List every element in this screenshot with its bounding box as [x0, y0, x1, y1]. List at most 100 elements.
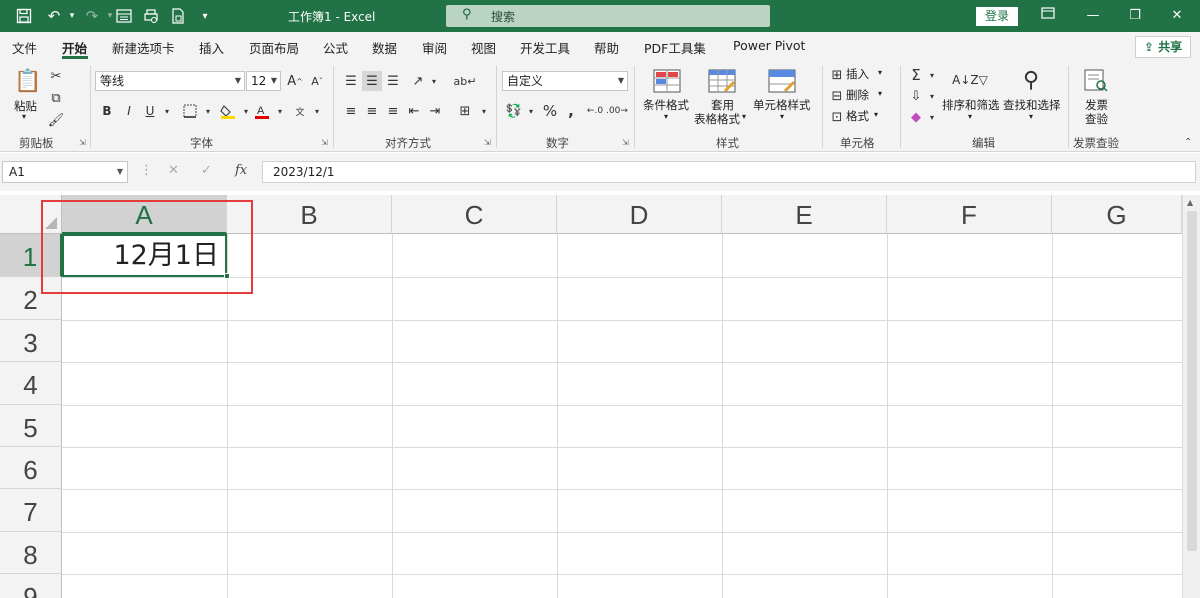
more-options-icon[interactable]: ⋮: [140, 163, 153, 178]
decrease-font-icon[interactable]: Aˇ: [307, 71, 327, 91]
tab-developer[interactable]: 开发工具: [520, 38, 570, 57]
align-top-icon[interactable]: ☰: [341, 71, 361, 91]
delete-cells-icon[interactable]: ⊟: [829, 86, 845, 106]
tab-formulas[interactable]: 公式: [323, 38, 348, 57]
format-painter-icon[interactable]: 🖌: [46, 110, 66, 130]
sort-filter-dropdown-icon[interactable]: ▾: [968, 112, 972, 121]
autosum-dropdown-icon[interactable]: ▾: [922, 65, 942, 85]
tab-home[interactable]: 开始: [62, 38, 87, 57]
formula-input[interactable]: 2023/12/1: [262, 161, 1196, 183]
format-cells-button[interactable]: 格式: [846, 108, 869, 124]
format-as-table-dropdown-icon[interactable]: ▾: [742, 112, 746, 121]
merge-dropdown-icon[interactable]: ▾: [474, 101, 494, 121]
row-header-5[interactable]: 5: [0, 405, 62, 447]
row-header-8[interactable]: 8: [0, 532, 62, 574]
comma-style-icon[interactable]: ,: [561, 101, 581, 121]
orientation-dropdown-icon[interactable]: ▾: [424, 71, 444, 91]
insert-cells-button[interactable]: 插入: [846, 66, 869, 82]
row-header-4[interactable]: 4: [0, 362, 62, 405]
column-header-f[interactable]: F: [887, 195, 1052, 234]
wrap-text-icon[interactable]: ab↵: [454, 71, 477, 91]
tab-power-pivot[interactable]: Power Pivot: [733, 38, 805, 53]
conditional-formatting-icon[interactable]: [652, 67, 682, 95]
underline-dropdown-icon[interactable]: ▾: [157, 101, 177, 121]
increase-font-icon[interactable]: A ^: [285, 71, 305, 91]
ribbon-display-options-icon[interactable]: [1037, 6, 1059, 26]
scroll-thumb[interactable]: [1187, 211, 1197, 551]
font-color-dropdown-icon[interactable]: ▾: [270, 101, 290, 121]
insert-function-icon[interactable]: fx: [235, 163, 247, 178]
print-preview-icon[interactable]: [141, 6, 161, 26]
phonetic-dropdown-icon[interactable]: ▾: [307, 101, 327, 121]
vertical-scrollbar[interactable]: ▲: [1182, 195, 1200, 598]
border-icon[interactable]: [180, 101, 200, 121]
fill-dropdown-icon[interactable]: ▾: [922, 86, 942, 106]
align-middle-icon[interactable]: ☰: [362, 71, 382, 91]
copy-icon[interactable]: ⧉: [46, 88, 66, 108]
find-select-button[interactable]: 查找和选择: [1003, 97, 1061, 113]
number-format-select[interactable]: 自定义 ▼: [502, 71, 628, 91]
format-as-table-icon[interactable]: [707, 67, 737, 95]
paste-dropdown-icon[interactable]: ▾: [22, 112, 26, 121]
sort-filter-icon[interactable]: A↓Z▽: [952, 66, 988, 94]
border-dropdown-icon[interactable]: ▾: [198, 101, 218, 121]
name-box[interactable]: A1 ▼: [2, 161, 128, 183]
invoice-check-line2[interactable]: 查验: [1085, 111, 1108, 127]
row-header-3[interactable]: 3: [0, 320, 62, 362]
login-button[interactable]: 登录: [976, 7, 1018, 26]
tab-page-layout[interactable]: 页面布局: [249, 38, 299, 57]
bold-icon[interactable]: B: [97, 101, 117, 121]
decrease-indent-icon[interactable]: ⇤: [404, 101, 424, 121]
cell-styles-button[interactable]: 单元格样式: [753, 97, 811, 113]
format-cells-icon[interactable]: ⊡: [829, 107, 845, 127]
conditional-formatting-dropdown-icon[interactable]: ▾: [664, 112, 668, 121]
number-launcher-icon[interactable]: ⇲: [622, 138, 629, 147]
sort-filter-button[interactable]: 排序和筛选: [942, 97, 1000, 113]
align-bottom-icon[interactable]: ☰: [383, 71, 403, 91]
collapse-ribbon-icon[interactable]: ⌃: [1184, 137, 1192, 148]
percent-icon[interactable]: %: [540, 101, 560, 121]
font-launcher-icon[interactable]: ⇲: [321, 138, 328, 147]
row-header-9[interactable]: 9: [0, 574, 62, 598]
conditional-formatting-button[interactable]: 条件格式: [643, 97, 689, 113]
find-select-dropdown-icon[interactable]: ▾: [1029, 112, 1033, 121]
search-box[interactable]: ⚲ 搜索: [446, 5, 770, 27]
align-right-icon[interactable]: ≡: [383, 101, 403, 121]
decrease-decimal-icon[interactable]: .00→: [606, 101, 628, 121]
restore-icon[interactable]: ❐: [1124, 6, 1146, 26]
form-icon[interactable]: [114, 6, 134, 26]
column-header-d[interactable]: D: [557, 195, 722, 234]
column-header-c[interactable]: C: [392, 195, 557, 234]
clipboard-launcher-icon[interactable]: ⇲: [79, 138, 86, 147]
currency-dropdown-icon[interactable]: ▾: [521, 101, 541, 121]
merge-center-icon[interactable]: ⊞: [455, 101, 475, 121]
italic-icon[interactable]: I: [119, 101, 139, 121]
tab-view[interactable]: 视图: [471, 38, 496, 57]
insert-cells-icon[interactable]: ⊞: [829, 65, 845, 85]
row-header-7[interactable]: 7: [0, 489, 62, 532]
font-size-select[interactable]: 12 ▼: [246, 71, 281, 91]
undo-icon[interactable]: ↶: [44, 6, 64, 26]
minimize-icon[interactable]: —: [1082, 6, 1104, 26]
close-icon[interactable]: ✕: [1166, 6, 1188, 26]
row-header-6[interactable]: 6: [0, 447, 62, 489]
tab-help[interactable]: 帮助: [594, 38, 619, 57]
format-as-table-line2[interactable]: 表格格式: [694, 111, 740, 127]
delete-cells-button[interactable]: 删除: [846, 87, 869, 103]
align-center-icon[interactable]: ≡: [362, 101, 382, 121]
insert-dropdown-icon[interactable]: ▾: [878, 68, 882, 77]
share-button[interactable]: ⇪ 共享: [1135, 36, 1191, 58]
invoice-check-icon[interactable]: [1081, 66, 1111, 94]
column-header-g[interactable]: G: [1052, 195, 1182, 234]
format-dropdown-icon[interactable]: ▾: [874, 110, 878, 119]
find-select-icon[interactable]: ⚲: [1016, 66, 1046, 94]
font-color-icon[interactable]: A: [252, 101, 272, 121]
increase-decimal-icon[interactable]: ←.0: [585, 101, 605, 121]
font-name-select[interactable]: 等线 ▼: [95, 71, 245, 91]
delete-dropdown-icon[interactable]: ▾: [878, 89, 882, 98]
customize-toolbar-icon[interactable]: ▾: [195, 6, 215, 26]
paste-icon[interactable]: 📋: [14, 66, 42, 96]
tab-new-tab[interactable]: 新建选项卡: [112, 38, 175, 57]
cell-styles-icon[interactable]: [767, 67, 797, 95]
undo-dropdown-icon[interactable]: ▾: [62, 6, 82, 26]
